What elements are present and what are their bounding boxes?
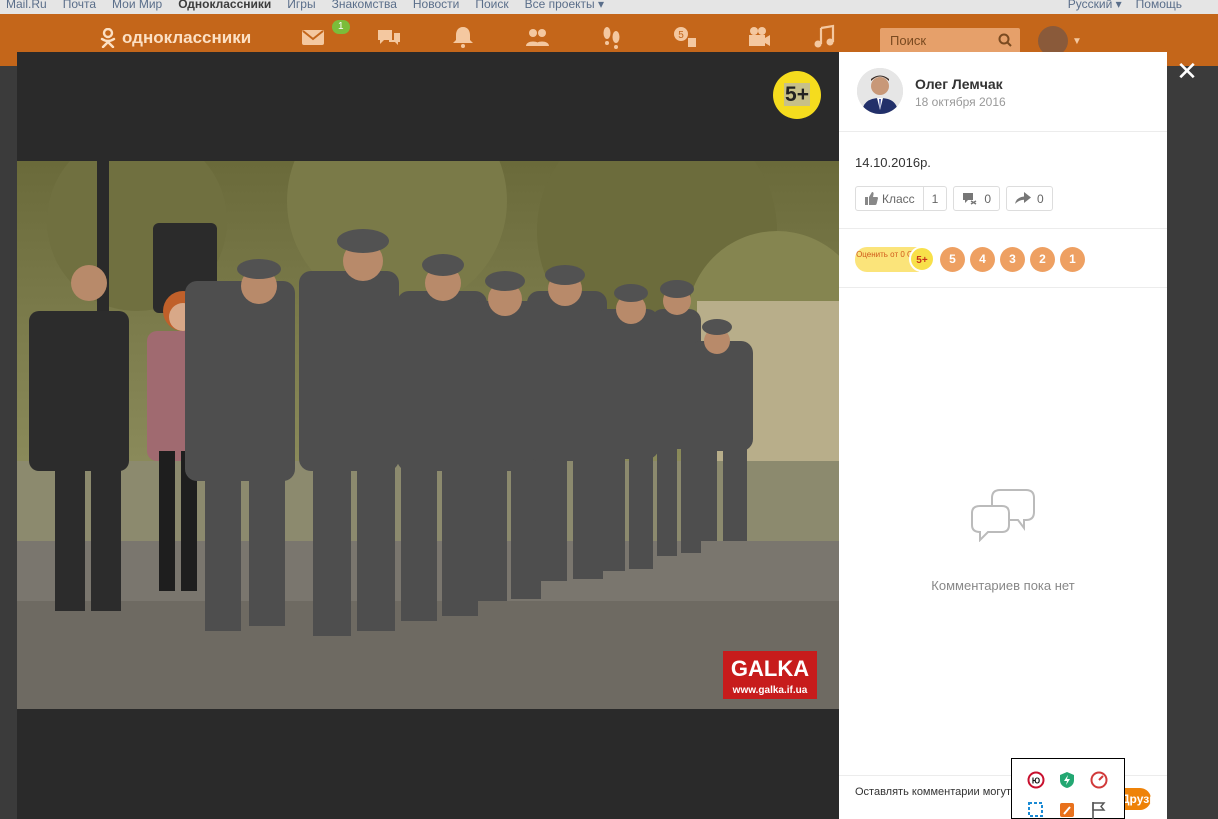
notifications-icon[interactable] [450, 24, 476, 50]
events-icon[interactable]: 5 [672, 24, 698, 50]
like-count: 1 [922, 187, 947, 210]
author-avatar[interactable] [857, 68, 903, 114]
rate-4-button[interactable]: 4 [970, 246, 995, 272]
search-icon[interactable] [998, 33, 1012, 50]
speedometer-icon[interactable] [1090, 771, 1108, 789]
share-button[interactable]: 0 [1006, 186, 1053, 211]
svg-text:Ю: Ю [1032, 777, 1040, 786]
topbar-link-news[interactable]: Новости [413, 0, 459, 10]
comments-bubble-icon [970, 488, 1036, 543]
topbar-link-ok[interactable]: Одноклассники [178, 0, 271, 10]
screenshot-select-icon[interactable] [1027, 801, 1045, 819]
watermark-title: GALKA [731, 656, 809, 681]
topbar-link-mailru[interactable]: Mail.Ru [6, 0, 47, 10]
rate-5plus-button[interactable]: 5+ [909, 246, 935, 272]
thumbs-up-icon [856, 192, 882, 205]
flag-icon[interactable] [1090, 801, 1108, 819]
guests-icon[interactable] [598, 24, 624, 50]
messages-icon[interactable] [300, 24, 326, 50]
topbar-link-mail[interactable]: Почта [63, 0, 96, 10]
video-icon[interactable] [746, 24, 772, 50]
topbar-link-myworld[interactable]: Мои Мир [112, 0, 162, 10]
friends-icon[interactable] [524, 24, 550, 50]
svg-text:5: 5 [678, 30, 684, 41]
rating-bar: Оценить от 0 ОК 5+ 5 4 3 2 1 [855, 246, 1085, 272]
topbar-link-search[interactable]: Поиск [475, 0, 508, 10]
actions-bar: Класс 1 0 0 [855, 186, 1053, 211]
shield-bolt-icon[interactable] [1058, 771, 1076, 789]
language-selector[interactable]: Русский ▾ [1068, 0, 1122, 10]
rate-3-button[interactable]: 3 [1000, 246, 1025, 272]
photo-info-panel: Олег Лемчак 18 октября 2016 14.10.2016р.… [839, 52, 1167, 819]
like-button[interactable]: Класс 1 [855, 186, 948, 211]
photo-image[interactable]: GALKA www.galka.if.ua [17, 161, 839, 709]
music-icon[interactable] [812, 24, 838, 50]
share-count: 0 [1037, 191, 1044, 206]
topbar-link-games[interactable]: Игры [287, 0, 315, 10]
mailru-topbar: Mail.Ru Почта Мои Мир Одноклассники Игры… [0, 0, 1218, 14]
divider [839, 287, 1167, 288]
topbar-link-dating[interactable]: Знакомства [332, 0, 397, 10]
user-menu-chevron-icon[interactable]: ▼ [1072, 36, 1082, 47]
search-placeholder: Поиск [890, 33, 927, 48]
age-rating-text: 5+ [784, 83, 810, 106]
messages-badge: 1 [332, 20, 350, 34]
rate-5-button[interactable]: 5 [940, 246, 965, 272]
share-arrow-icon [1007, 192, 1035, 205]
help-link[interactable]: Помощь [1136, 0, 1182, 10]
ok-logo-icon [100, 28, 116, 48]
header-search-input[interactable]: Поиск [880, 28, 1020, 54]
comment-button[interactable]: 0 [953, 186, 1001, 211]
ok-logo-text: одноклассники [122, 28, 252, 47]
extensions-popup: Ю [1011, 758, 1125, 819]
ok-logo[interactable]: одноклассники [100, 28, 251, 48]
photo-caption: 14.10.2016р. [855, 155, 931, 170]
rate-2-button[interactable]: 2 [1030, 246, 1055, 272]
divider [839, 228, 1167, 229]
topbar-link-all-projects[interactable]: Все проекты ▾ [525, 0, 604, 10]
yu-extension-icon[interactable]: Ю [1027, 771, 1045, 789]
like-label: Класс [882, 191, 915, 206]
close-icon[interactable]: ✕ [1176, 58, 1198, 84]
author-block: Олег Лемчак 18 октября 2016 [839, 52, 1167, 132]
discussions-icon[interactable] [376, 24, 402, 50]
photo-scene: GALKA www.galka.if.ua [17, 161, 839, 709]
post-date: 18 октября 2016 [915, 95, 1006, 109]
age-rating-badge: 5+ [773, 71, 821, 119]
comment-count: 0 [984, 191, 992, 206]
rate-1-button[interactable]: 1 [1060, 246, 1085, 272]
no-comments-text: Комментариев пока нет [931, 578, 1075, 593]
watermark-url: www.galka.if.ua [732, 685, 808, 696]
comment-icon [954, 192, 982, 206]
author-name[interactable]: Олег Лемчак [915, 76, 1003, 92]
edit-note-icon[interactable] [1058, 801, 1076, 819]
